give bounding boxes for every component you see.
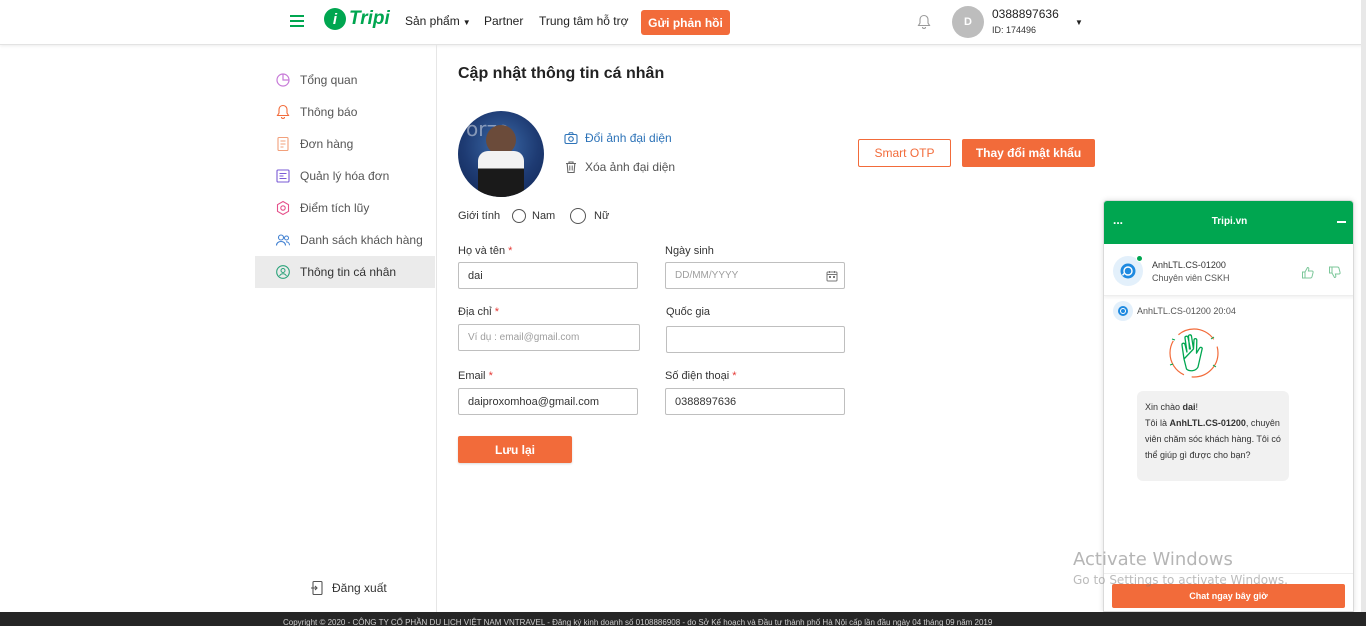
user-id: ID: 174496	[992, 25, 1037, 35]
sidebar-item-notifications[interactable]: Thông báo	[255, 96, 435, 128]
camera-icon	[564, 132, 578, 145]
gender-female-label: Nữ	[594, 210, 610, 222]
agent-mini-avatar	[1113, 301, 1133, 321]
user-circle-icon	[276, 265, 290, 279]
page-scrollbar[interactable]	[1361, 0, 1366, 612]
user-phone[interactable]: 0388897636	[992, 7, 1059, 21]
top-header: i Tripi Sản phẩm ▼ Partner Trung tâm hỗ t…	[0, 0, 1366, 45]
gender-label: Giới tính	[458, 210, 501, 222]
sidebar-item-label: Điểm tích lũy	[300, 201, 370, 215]
birthday-label: Ngày sinh	[665, 245, 714, 257]
send-feedback-button[interactable]: Gửi phản hồi	[641, 10, 730, 35]
headset-icon	[1118, 306, 1128, 316]
user-avatar[interactable]: D	[952, 6, 984, 38]
fullname-input[interactable]: dai	[458, 262, 638, 289]
country-label: Quốc gia	[666, 306, 711, 318]
phone-label: Số điện thoại *	[665, 370, 737, 382]
change-avatar-label: Đổi ảnh đại diện	[585, 131, 672, 145]
greeting-line: Xin chào dai!	[1145, 402, 1199, 412]
nav-partner[interactable]: Partner	[484, 14, 523, 28]
activate-windows-title: Activate Windows	[1073, 549, 1233, 570]
sidebar-item-personal-info[interactable]: Thông tin cá nhân	[255, 256, 435, 288]
logout-button[interactable]: Đăng xuất	[310, 580, 387, 596]
change-password-button[interactable]: Thay đổi mật khẩu	[962, 139, 1095, 167]
address-label: Địa chỉ *	[458, 306, 499, 318]
message-meta: AnhLTL.CS-01200 20:04	[1113, 301, 1236, 321]
sidebar-item-invoices[interactable]: Quản lý hóa đơn	[255, 160, 435, 192]
logout-label: Đăng xuất	[332, 581, 387, 595]
thumbs-up-icon[interactable]	[1301, 266, 1314, 279]
users-icon	[275, 234, 290, 246]
footer-bar: Copyright © 2020 - CÔNG TY CỔ PHẦN DU LỊ…	[0, 612, 1366, 626]
sidebar-item-label: Danh sách khách hàng	[300, 233, 423, 247]
message-meta-text: AnhLTL.CS-01200 20:04	[1137, 306, 1236, 316]
profile-photo: orzo	[458, 111, 544, 197]
gender-male-label: Nam	[532, 210, 556, 222]
nav-products-label: Sản phẩm	[405, 14, 460, 28]
hexagon-icon	[276, 200, 290, 216]
thumbs-down-icon[interactable]	[1328, 266, 1341, 279]
agent-name: AnhLTL.CS-01200	[1152, 260, 1226, 270]
copyright-text: Copyright © 2020 - CÔNG TY CỔ PHẦN DU LỊ…	[283, 618, 993, 626]
sidebar-item-label: Thông báo	[300, 105, 358, 119]
smart-otp-button[interactable]: Smart OTP	[858, 139, 951, 167]
chat-now-button[interactable]: Chat ngay bây giờ	[1112, 584, 1345, 608]
sidebar-item-customers[interactable]: Danh sách khách hàng	[255, 224, 435, 256]
minimize-icon[interactable]	[1337, 221, 1346, 223]
pie-chart-icon	[276, 73, 290, 87]
birthday-placeholder: DD/MM/YYYY	[675, 270, 739, 281]
trash-icon	[566, 161, 576, 174]
remove-avatar-label: Xóa ảnh đại diện	[585, 160, 676, 174]
invoice-icon	[276, 169, 290, 183]
bell-icon	[276, 104, 290, 119]
logo-text: Tripi	[349, 8, 390, 29]
address-input[interactable]: Ví dụ : email@gmail.com	[458, 324, 640, 351]
sidebar-item-label: Đơn hàng	[300, 137, 354, 151]
chat-title: Tripi.vn	[1211, 216, 1248, 227]
country-input[interactable]	[666, 326, 845, 353]
remove-avatar-link[interactable]: Xóa ảnh đại diện	[564, 160, 675, 174]
page-title: Cập nhật thông tin cá nhân	[458, 65, 665, 82]
menu-icon[interactable]	[290, 15, 304, 27]
phone-input[interactable]: 0388897636	[665, 388, 845, 415]
headset-icon	[1120, 263, 1136, 279]
document-icon	[277, 136, 289, 152]
logo-mark: i	[324, 8, 346, 30]
birthday-input[interactable]: DD/MM/YYYY	[665, 262, 845, 289]
waving-hand-icon	[1169, 328, 1219, 378]
sidebar-item-overview[interactable]: Tổng quan	[255, 64, 435, 96]
chat-header: ... Tripi.vn	[1104, 201, 1353, 244]
photo-person-body	[478, 151, 524, 197]
save-button[interactable]: Lưu lại	[458, 436, 572, 463]
account-dropdown-icon[interactable]: ▼	[1075, 18, 1083, 27]
sidebar-item-points[interactable]: Điểm tích lũy	[255, 192, 435, 224]
chevron-down-icon: ▼	[462, 18, 471, 27]
nav-support-center[interactable]: Trung tâm hỗ trợ	[539, 14, 628, 28]
agent-role: Chuyên viên CSKH	[1152, 273, 1230, 283]
intro-line: Tôi là AnhLTL.CS-01200, chuyên viên chăm…	[1145, 418, 1281, 460]
sidebar-item-label: Tổng quan	[300, 73, 358, 87]
gender-male-radio[interactable]	[512, 209, 526, 223]
chat-message-bubble: Xin chào dai! Tôi là AnhLTL.CS-01200, ch…	[1137, 391, 1289, 481]
email-input[interactable]: daiproxomhoa@gmail.com	[458, 388, 638, 415]
nav-products[interactable]: Sản phẩm ▼	[405, 14, 471, 28]
tripi-logo[interactable]: i Tripi	[324, 8, 390, 30]
sidebar-item-label: Thông tin cá nhân	[300, 265, 397, 279]
chat-agent-info: AnhLTL.CS-01200 Chuyên viên CSKH	[1104, 244, 1353, 296]
activate-windows-subtitle: Go to Settings to activate Windows.	[1073, 573, 1288, 587]
sidebar-item-label: Quản lý hóa đơn	[300, 169, 390, 183]
notification-bell-icon[interactable]	[916, 14, 932, 30]
fullname-label: Họ và tên *	[458, 245, 513, 257]
change-avatar-link[interactable]: Đổi ảnh đại diện	[564, 131, 672, 145]
sidebar: Tổng quan Thông báo Đơn hàng Quản lý hóa…	[255, 45, 437, 612]
online-status-dot	[1136, 255, 1143, 262]
logout-icon	[311, 580, 323, 596]
gender-female-radio[interactable]	[570, 208, 586, 224]
calendar-icon[interactable]	[826, 270, 838, 282]
email-label: Email *	[458, 370, 493, 382]
sidebar-item-orders[interactable]: Đơn hàng	[255, 128, 435, 160]
